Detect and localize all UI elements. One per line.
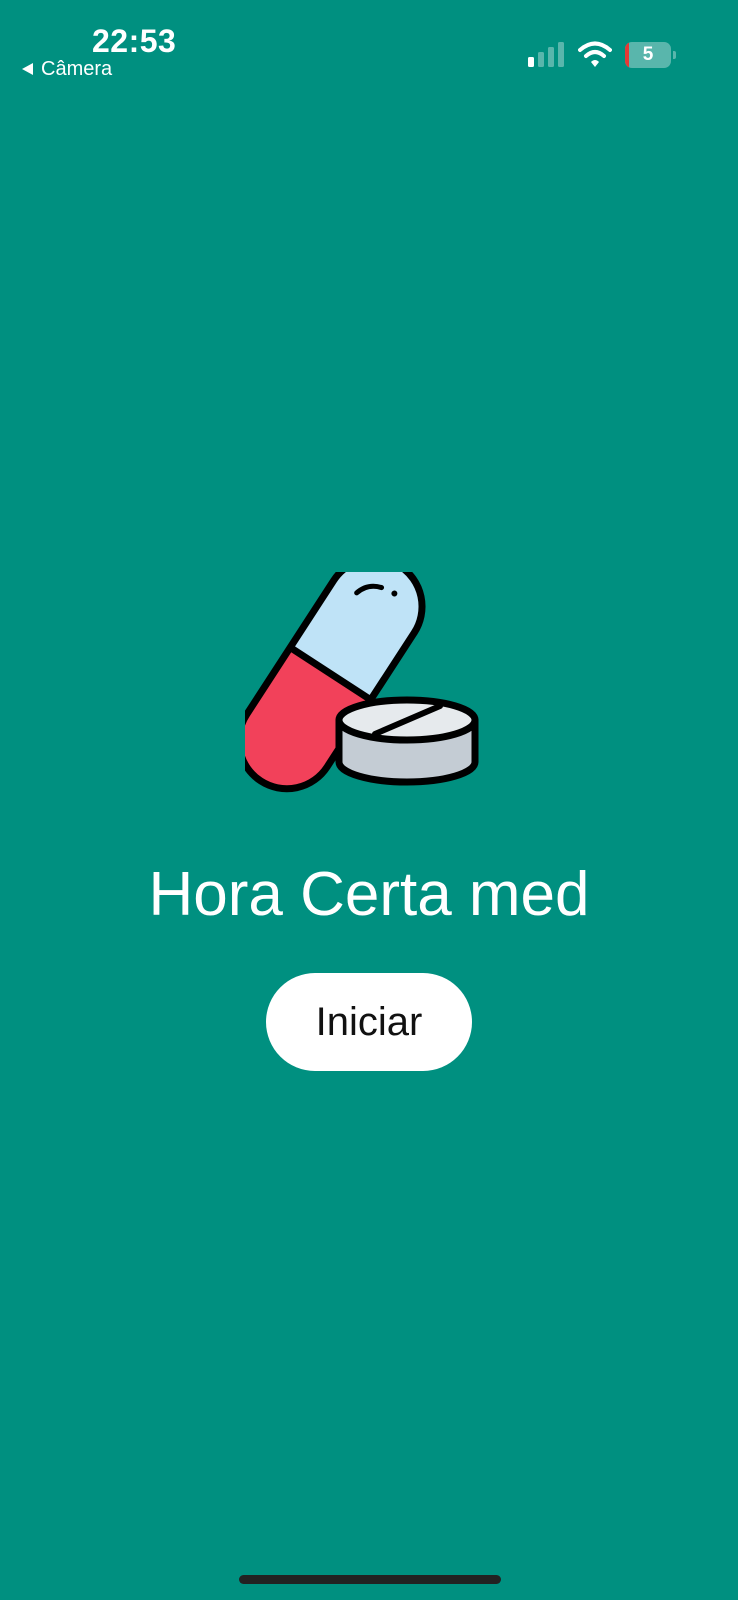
status-time: 22:53 <box>92 23 177 59</box>
back-caret-icon <box>22 63 33 75</box>
status-bar: 22:53 Câmera 5 <box>0 0 738 90</box>
back-app-label: Câmera <box>41 58 113 80</box>
app-title: Hora Certa med <box>148 860 590 929</box>
home-indicator[interactable] <box>239 1575 501 1584</box>
cellular-signal-icon <box>528 42 564 67</box>
pill-capsule-tablet-icon <box>245 572 479 793</box>
battery-percentage: 5 <box>642 44 654 65</box>
battery-icon: 5 <box>625 42 676 68</box>
wifi-icon <box>578 41 612 67</box>
back-to-app-button[interactable]: Câmera <box>22 57 112 81</box>
start-button[interactable]: Iniciar <box>266 973 472 1071</box>
